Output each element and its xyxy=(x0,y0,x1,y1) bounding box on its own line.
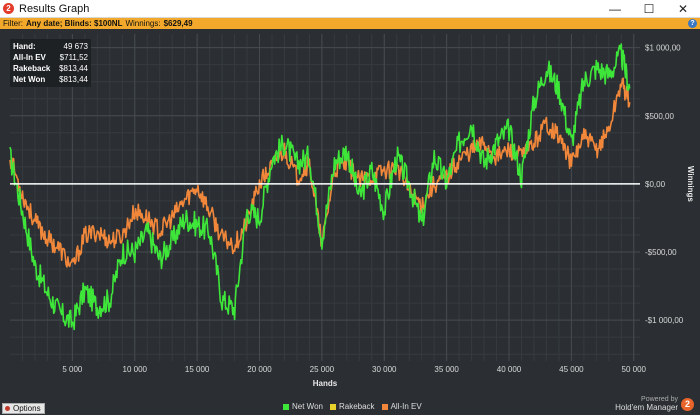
stat-value: $711,52 xyxy=(59,53,88,62)
chart-legend: Net Won Rakeback All-In EV xyxy=(283,402,429,411)
app-logo-icon: 2 xyxy=(3,3,14,14)
x-tick-label: 25 000 xyxy=(310,365,335,374)
y-tick-label: $500,00 xyxy=(645,112,674,121)
y-tick-label: -$500,00 xyxy=(645,248,677,257)
filter-bar: Filter: Any date; Blinds: $100NL Winning… xyxy=(0,18,700,29)
legend-item-rakeback[interactable]: Rakeback xyxy=(329,402,375,411)
stats-tooltip-box: Hand: 49 673 All-In EV $711,52 Rakeback … xyxy=(10,39,91,87)
legend-item-allin-ev[interactable]: All-In EV xyxy=(381,402,422,411)
stat-value: $813,44 xyxy=(59,64,88,73)
x-axis-title: Hands xyxy=(313,379,338,388)
legend-swatch xyxy=(283,403,289,410)
stat-key: All-In EV xyxy=(13,53,46,62)
winnings-label: Winnings: xyxy=(125,19,161,28)
stat-row-net-won: Net Won $813,44 xyxy=(13,74,88,85)
x-tick-label: 10 000 xyxy=(123,365,148,374)
filter-value[interactable]: Any date; Blinds: $100NL xyxy=(26,19,122,28)
stat-key: Hand: xyxy=(13,42,36,51)
results-graph-svg[interactable]: 5 000 10 000 15 000 20 000 25 000 30 000 35 00… xyxy=(0,29,700,394)
close-button[interactable]: ✕ xyxy=(666,0,700,18)
x-tick-label: 5 000 xyxy=(62,365,83,374)
window-title: Results Graph xyxy=(19,2,90,15)
y-tick-label: $1 000,00 xyxy=(645,44,681,53)
stat-key: Net Won xyxy=(13,75,46,84)
x-tick-label: 15 000 xyxy=(185,365,210,374)
hm2-logo-icon: 2 xyxy=(681,397,694,411)
stat-value: 49 673 xyxy=(63,42,88,51)
x-tick-label: 35 000 xyxy=(434,365,459,374)
legend-item-net-won[interactable]: Net Won xyxy=(283,402,323,411)
legend-label: Net Won xyxy=(292,402,323,411)
maximize-button[interactable]: ☐ xyxy=(632,0,666,18)
options-label: Options xyxy=(13,404,41,413)
minimize-button[interactable]: — xyxy=(598,0,632,18)
stat-key: Rakeback xyxy=(13,64,51,73)
window-controls: — ☐ ✕ xyxy=(598,0,700,18)
x-tick-label: 30 000 xyxy=(372,365,397,374)
window-titlebar: 2 Results Graph — ☐ ✕ xyxy=(0,0,700,18)
options-button[interactable]: Options xyxy=(2,403,45,414)
results-chart[interactable]: 5 000 10 000 15 000 20 000 25 000 30 000 35 00… xyxy=(0,29,700,394)
y-axis-title: Winnings xyxy=(686,166,695,202)
brand-text: Powered by Hold'em Manager xyxy=(615,396,678,412)
winnings-value: $629,49 xyxy=(163,19,193,28)
legend-label: Rakeback xyxy=(338,402,375,411)
x-tick-label: 50 000 xyxy=(622,365,647,374)
y-tick-label: -$1 000,00 xyxy=(645,316,684,325)
y-tick-label: $0,00 xyxy=(645,180,666,189)
legend-swatch xyxy=(329,403,336,410)
stat-row-allin-ev: All-In EV $711,52 xyxy=(13,52,88,63)
legend-label: All-In EV xyxy=(390,402,422,411)
help-icon[interactable]: ? xyxy=(688,19,697,28)
legend-swatch xyxy=(381,403,388,410)
x-tick-label: 40 000 xyxy=(497,365,522,374)
x-tick-label: 45 000 xyxy=(559,365,584,374)
stat-value: $813,44 xyxy=(59,75,88,84)
brand-line-2: Hold'em Manager xyxy=(615,403,678,412)
brand-watermark: Powered by Hold'em Manager 2 xyxy=(615,394,694,414)
filter-label: Filter: xyxy=(3,19,23,28)
options-gear-icon xyxy=(5,406,10,411)
stat-row-rakeback: Rakeback $813,44 xyxy=(13,63,88,74)
x-tick-label: 20 000 xyxy=(247,365,272,374)
stat-row-hand: Hand: 49 673 xyxy=(13,41,88,52)
